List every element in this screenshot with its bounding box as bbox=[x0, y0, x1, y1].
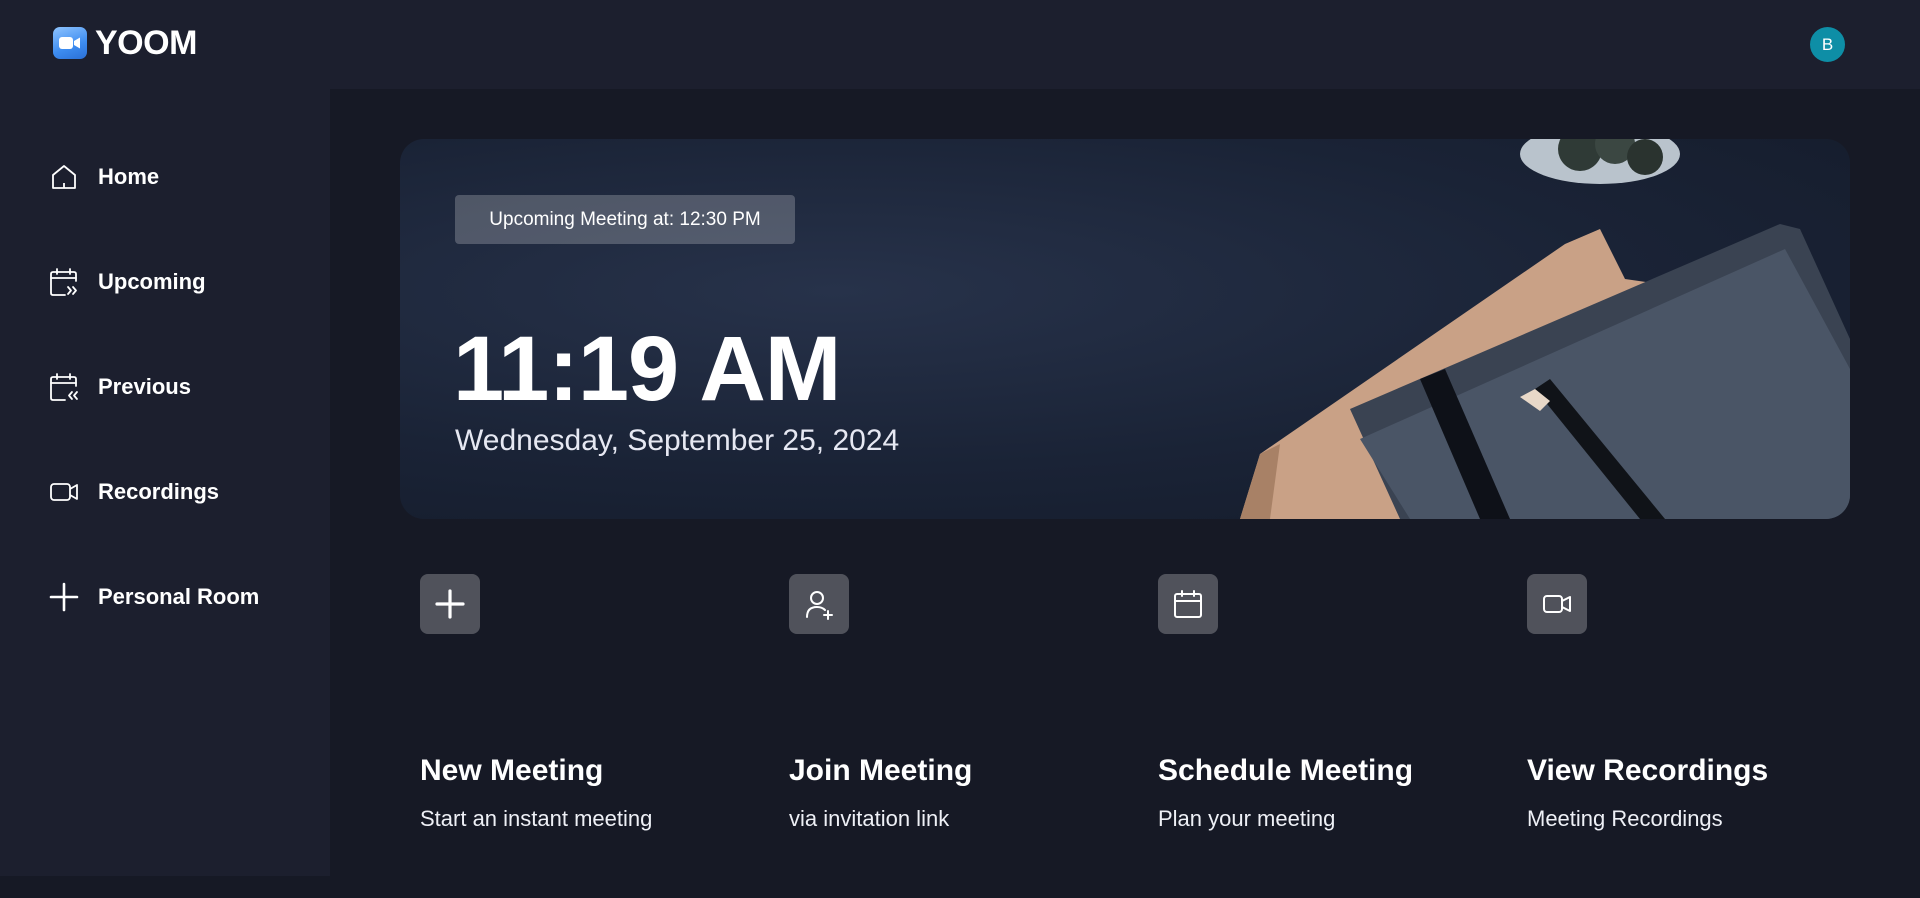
upcoming-meeting-badge: Upcoming Meeting at: 12:30 PM bbox=[455, 195, 795, 244]
view-recordings-card[interactable]: View Recordings Meeting Recordings bbox=[1507, 574, 1837, 844]
sidebar-item-label: Previous bbox=[98, 374, 191, 399]
card-subtitle: Start an instant meeting bbox=[420, 806, 653, 831]
plus-icon bbox=[420, 574, 480, 634]
hero-banner: Upcoming Meeting at: 12:30 PM 11:19 AM W… bbox=[400, 139, 1850, 519]
card-title: Schedule Meeting bbox=[1158, 754, 1414, 787]
plus-icon bbox=[48, 581, 80, 613]
logo-video-icon bbox=[53, 27, 87, 59]
home-icon bbox=[48, 161, 80, 193]
sidebar-item-previous[interactable]: Previous bbox=[48, 367, 308, 407]
sidebar-item-label: Upcoming bbox=[98, 269, 206, 294]
sidebar-item-label: Recordings bbox=[98, 479, 220, 504]
user-avatar[interactable]: B bbox=[1810, 27, 1845, 62]
calendar-forward-icon bbox=[48, 266, 80, 298]
join-meeting-card[interactable]: Join Meeting via invitation link bbox=[769, 574, 1099, 844]
sidebar: Home Upcoming Previous Recordings Person… bbox=[0, 89, 330, 876]
video-icon bbox=[1527, 574, 1587, 634]
card-subtitle: via invitation link bbox=[789, 806, 950, 831]
sidebar-item-upcoming[interactable]: Upcoming bbox=[48, 262, 308, 302]
user-plus-icon bbox=[789, 574, 849, 634]
card-subtitle: Meeting Recordings bbox=[1527, 806, 1723, 831]
sidebar-item-home[interactable]: Home bbox=[48, 157, 308, 197]
app-name: YOOM bbox=[95, 23, 197, 62]
current-date: Wednesday, September 25, 2024 bbox=[455, 424, 900, 457]
video-icon bbox=[48, 476, 80, 508]
calendar-back-icon bbox=[48, 371, 80, 403]
card-title: Join Meeting bbox=[789, 754, 973, 787]
card-subtitle: Plan your meeting bbox=[1158, 806, 1336, 831]
sidebar-item-recordings[interactable]: Recordings bbox=[48, 472, 308, 512]
sidebar-item-personal-room[interactable]: Personal Room bbox=[48, 577, 308, 617]
schedule-meeting-card[interactable]: Schedule Meeting Plan your meeting bbox=[1138, 574, 1468, 844]
new-meeting-card[interactable]: New Meeting Start an instant meeting bbox=[400, 574, 730, 844]
calendar-icon bbox=[1158, 574, 1218, 634]
app-logo[interactable]: YOOM bbox=[53, 23, 197, 62]
top-bar: YOOM B bbox=[0, 0, 1920, 89]
current-time: 11:19 AM bbox=[453, 318, 841, 420]
card-title: New Meeting bbox=[420, 754, 604, 787]
sidebar-item-label: Personal Room bbox=[98, 584, 260, 609]
sidebar-item-label: Home bbox=[98, 164, 160, 189]
card-title: View Recordings bbox=[1527, 754, 1769, 787]
